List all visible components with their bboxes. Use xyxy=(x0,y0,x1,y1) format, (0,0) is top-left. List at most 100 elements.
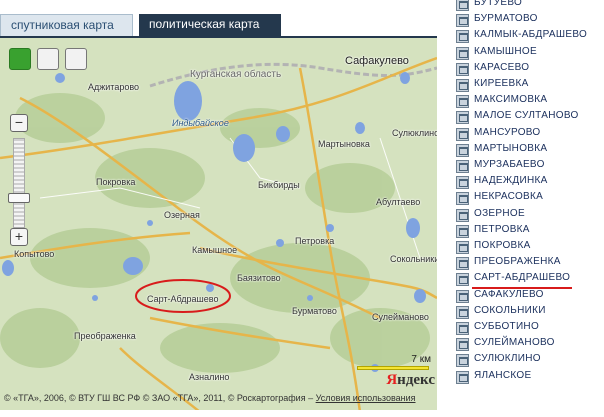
map-icon xyxy=(456,160,469,173)
list-item[interactable]: БУТУЕВО xyxy=(452,0,604,12)
map-icon xyxy=(456,127,469,141)
list-item[interactable]: ОЗЕРНОЕ xyxy=(452,207,604,223)
list-item[interactable]: МАНСУРОВО xyxy=(452,126,604,142)
place-label: Копытово xyxy=(14,249,55,259)
map-icon xyxy=(456,224,469,238)
list-item[interactable]: КИРЕЕВКА xyxy=(452,77,604,93)
list-item-label: МАНСУРОВО xyxy=(474,126,541,138)
place-label: Сулюклино xyxy=(392,128,437,138)
list-item[interactable]: НЕКРАСОВКА xyxy=(452,190,604,206)
lake-label: Индыбайское xyxy=(172,118,229,128)
list-item-label: КАЛМЫК-АБДРАШЕВО xyxy=(474,29,588,41)
map-icon xyxy=(456,46,469,60)
place-label: Бикбирды xyxy=(258,180,300,190)
map-icon xyxy=(456,289,469,303)
list-item-label: КАМЫШНОЕ xyxy=(474,45,537,57)
list-item[interactable]: ПОКРОВКА xyxy=(452,239,604,255)
list-item-label: ПОКРОВКА xyxy=(474,240,531,251)
list-item-label: ПРЕОБРАЖЕНКА xyxy=(474,256,561,268)
map-icon xyxy=(456,79,469,92)
list-item-label: СУЛЮКЛИНО xyxy=(474,353,541,365)
terms-link[interactable]: Условия использования xyxy=(316,393,416,403)
map-icon xyxy=(456,354,469,368)
list-item[interactable]: САФАКУЛЕВО xyxy=(452,288,604,304)
place-label: Преображенка xyxy=(74,331,136,341)
list-item[interactable]: СУЛЮКЛИНО xyxy=(452,352,604,368)
hand-tool-icon[interactable] xyxy=(9,48,31,70)
list-item[interactable]: ПРЕОБРАЖЕНКА xyxy=(452,255,604,271)
place-label: Сарт-Абдрашево xyxy=(147,294,219,304)
zoom-slider-handle[interactable] xyxy=(8,193,30,203)
list-item[interactable]: СУЛЕЙМАНОВО xyxy=(452,336,604,352)
place-label: Петровка xyxy=(295,236,335,246)
map-icon xyxy=(456,143,469,157)
ruler-icon[interactable] xyxy=(65,48,87,70)
list-item[interactable]: МАКСИМОВКА xyxy=(452,93,604,109)
list-item-label: НАДЕЖДИНКА xyxy=(474,175,548,187)
list-item-label: ЯЛАНСКОЕ xyxy=(474,369,532,381)
map-icon xyxy=(456,192,469,206)
map-icon xyxy=(456,62,469,76)
list-item[interactable]: ЯЛАНСКОЕ xyxy=(452,369,604,385)
map-view[interactable]: − + Курганская область Индыбайское Сафак… xyxy=(0,36,437,410)
map-icon xyxy=(456,305,469,319)
list-item-label: СУЛЕЙМАНОВО xyxy=(474,337,555,349)
settlement-list: БУТУЕВО БУРМАТОВО КАЛМЫК-АБДРАШЕВО КАМЫШНОЕ… xyxy=(452,0,604,417)
tab-satellite-map[interactable]: спутниковая карта xyxy=(0,14,133,36)
map-icon xyxy=(456,338,469,352)
map-icon xyxy=(456,30,469,44)
list-item[interactable]: КАРАСЕВО xyxy=(452,61,604,77)
map-icon xyxy=(456,95,469,109)
place-label: Озерная xyxy=(164,210,200,220)
zoom-out-button[interactable]: − xyxy=(10,114,28,132)
list-item-label: КИРЕЕВКА xyxy=(474,78,529,89)
list-item-label: МУРЗАБАЕВО xyxy=(474,159,545,170)
list-item[interactable]: КАЛМЫК-АБДРАШЕВО xyxy=(452,28,604,44)
list-item-label: САРТ-АБДРАШЕВО xyxy=(474,272,571,284)
place-label: Сокольники xyxy=(390,254,437,264)
list-item[interactable]: ПЕТРОВКА xyxy=(452,223,604,239)
place-label: Абултаево xyxy=(376,197,421,207)
zoom-slider-track[interactable] xyxy=(13,138,25,228)
list-item[interactable]: САРТ-АБДРАШЕВО xyxy=(452,271,604,290)
map-icon xyxy=(456,370,469,384)
map-icon xyxy=(456,176,469,190)
list-item[interactable]: СУББОТИНО xyxy=(452,320,604,336)
region-label: Курганская область xyxy=(190,69,282,80)
scale-label: 7 км xyxy=(411,354,431,365)
place-label: Мартыновка xyxy=(318,139,370,149)
logo-first-letter: Я xyxy=(386,372,398,388)
place-label: Камышное xyxy=(192,245,238,255)
list-item[interactable]: МАРТЫНОВКА xyxy=(452,142,604,158)
list-item[interactable]: СОКОЛЬНИКИ xyxy=(452,304,604,320)
page: спутниковая карта политическая карта − +… xyxy=(0,0,604,417)
list-item[interactable]: БУРМАТОВО xyxy=(452,12,604,28)
list-item-label: ПЕТРОВКА xyxy=(474,223,530,235)
place-label: Сафакулево xyxy=(345,55,409,67)
copyright-text: © «ТГА», 2006, © ВТУ ГШ ВС РФ © ЗАО «ТГА… xyxy=(4,393,314,403)
list-item-label: МАРТЫНОВКА xyxy=(474,142,548,154)
yandex-logo: Яндекс xyxy=(386,372,435,389)
list-item[interactable]: МАЛОЕ СУЛТАНОВО xyxy=(452,109,604,125)
list-item[interactable]: МУРЗАБАЕВО xyxy=(452,158,604,174)
map-icon xyxy=(456,14,469,28)
map-terrain xyxy=(0,38,437,410)
scale-bar xyxy=(357,366,429,370)
list-item[interactable]: КАМЫШНОЕ xyxy=(452,45,604,61)
tab-political-map[interactable]: политическая карта xyxy=(139,14,281,36)
place-label: Баязитово xyxy=(237,273,281,283)
place-label: Азналино xyxy=(189,372,230,382)
place-label: Бурматово xyxy=(292,306,337,316)
map-icon xyxy=(456,111,469,125)
list-item-label: САФАКУЛЕВО xyxy=(474,288,544,300)
zoom-area-icon[interactable] xyxy=(37,48,59,70)
list-item-label: ОЗЕРНОЕ xyxy=(474,207,525,219)
zoom-in-button[interactable]: + xyxy=(10,228,28,246)
map-icon xyxy=(456,257,469,271)
map-icon xyxy=(456,0,469,11)
list-item-label: БУРМАТОВО xyxy=(474,13,538,25)
place-label: Сулейманово xyxy=(372,312,429,322)
list-item[interactable]: НАДЕЖДИНКА xyxy=(452,174,604,190)
list-item-label: НЕКРАСОВКА xyxy=(474,191,544,203)
list-item-label: БУТУЕВО xyxy=(474,0,523,8)
